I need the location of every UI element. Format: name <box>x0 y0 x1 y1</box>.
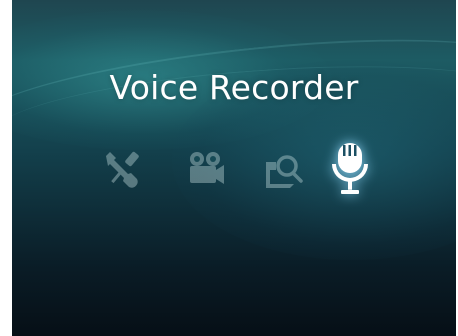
menu-item-settings[interactable] <box>90 138 154 202</box>
screen-title: Voice Recorder <box>109 68 359 107</box>
microphone-icon <box>332 143 368 194</box>
video-camera-icon <box>190 152 224 184</box>
menu-item-voice-recorder[interactable] <box>318 138 382 202</box>
device-screen: Voice Recorder <box>12 0 456 336</box>
menu-icon-row <box>12 138 456 208</box>
menu-item-video[interactable] <box>172 138 236 202</box>
menu-item-browse[interactable] <box>252 138 316 202</box>
image-search-icon <box>266 155 303 188</box>
wrench-screwdriver-icon <box>106 151 139 188</box>
